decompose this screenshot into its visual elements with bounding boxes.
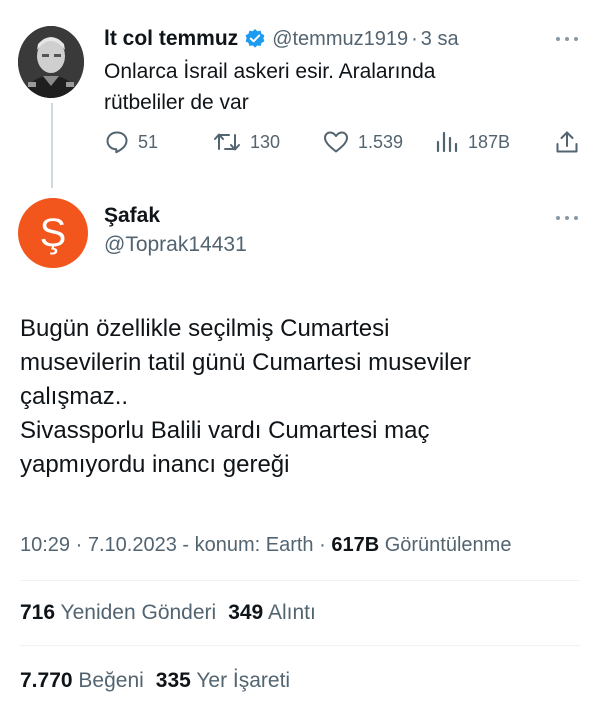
avatar[interactable]: Ş	[18, 198, 88, 268]
divider	[20, 580, 580, 581]
tweet-text-line: Sivassporlu Balili vardı Cumartesi maç	[20, 417, 430, 444]
tweet-text-line: çalışmaz..	[20, 383, 129, 410]
tweet-location: konum: Earth	[194, 534, 314, 556]
quotes-stat[interactable]: 349 Alıntı	[228, 601, 316, 624]
more-icon[interactable]	[555, 212, 581, 224]
avatar[interactable]	[18, 26, 84, 98]
tweet-text: Onlarca İsrail askeri esir. Aralarında r…	[104, 56, 574, 118]
separator-dash: -	[182, 534, 195, 556]
repost-icon	[214, 133, 240, 151]
like-icon	[324, 131, 348, 153]
parent-tweet-header: lt col temmuz @temmuz1919 · 3 sa	[104, 24, 459, 54]
bookmarks-label: Yer İşareti	[196, 669, 291, 692]
tweet-time[interactable]: 10:29	[20, 534, 70, 556]
separator-dot: ·	[319, 534, 332, 556]
tweet-actions: 51 130 1.539 187B	[104, 126, 584, 158]
parent-tweet[interactable]: lt col temmuz @temmuz1919 · 3 sa Onlarca…	[0, 0, 600, 190]
tweet-time[interactable]: 3 sa	[421, 28, 459, 51]
views-icon	[436, 131, 458, 153]
repost-count: 130	[250, 131, 281, 152]
likes-stat[interactable]: 7.770 Beğeni	[20, 669, 144, 692]
tweet-meta: 10:29 · 7.10.2023 - konum: Earth · 617B …	[20, 534, 511, 557]
tweet-text: Bugün özellikle seçilmiş Cumartesi musev…	[20, 312, 585, 482]
quotes-count: 349	[228, 601, 264, 624]
reply-button[interactable]: 51	[104, 126, 158, 158]
bookmarks-count: 335	[155, 669, 191, 692]
share-icon	[556, 131, 578, 153]
likes-label: Beğeni	[78, 669, 144, 692]
repost-quote-stats: 716 Yeniden Gönderi 349 Alıntı	[20, 601, 316, 625]
portrait-photo	[18, 26, 84, 98]
author-handle[interactable]: @Toprak14431	[104, 233, 247, 257]
separator-dot: ·	[411, 27, 418, 50]
tweet-date[interactable]: 7.10.2023	[88, 534, 177, 556]
views-count: 617B	[331, 534, 380, 556]
author-name[interactable]: lt col temmuz	[104, 27, 238, 51]
reply-count: 51	[138, 131, 159, 152]
views-button[interactable]: 187B	[434, 126, 510, 158]
separator-dot: ·	[75, 534, 88, 556]
quotes-label: Alıntı	[267, 601, 316, 624]
reposts-stat[interactable]: 716 Yeniden Gönderi	[20, 601, 216, 624]
tweet-text-line: Onlarca İsrail askeri esir. Aralarında	[104, 60, 436, 83]
reposts-count: 716	[20, 601, 56, 624]
repost-button[interactable]: 130	[212, 126, 280, 158]
views-count: 187B	[468, 131, 511, 152]
like-bookmark-stats: 7.770 Beğeni 335 Yer İşareti	[20, 669, 290, 693]
like-button[interactable]: 1.539	[322, 126, 403, 158]
more-icon[interactable]	[555, 33, 581, 45]
verified-badge-icon	[245, 29, 265, 48]
reposts-label: Yeniden Gönderi	[60, 601, 217, 624]
views-label: Görüntülenme	[384, 534, 512, 556]
tweet-text-line: rütbeliler de var	[104, 91, 249, 114]
share-button[interactable]	[554, 126, 580, 158]
divider	[20, 645, 580, 646]
avatar-letter: Ş	[39, 210, 67, 255]
like-count: 1.539	[358, 131, 404, 152]
tweet-text-line: musevilerin tatil günü Cumartesi musevil…	[20, 349, 471, 376]
author-name[interactable]: Şafak	[104, 204, 160, 228]
tweet-text-line: yapmıyordu inancı gereği	[20, 451, 290, 478]
author-handle[interactable]: @temmuz1919	[272, 28, 408, 51]
reply-icon	[106, 131, 128, 154]
tweet-text-line: Bugün özellikle seçilmiş Cumartesi	[20, 315, 390, 342]
likes-count: 7.770	[20, 669, 73, 692]
bookmarks-stat[interactable]: 335 Yer İşareti	[156, 669, 290, 692]
